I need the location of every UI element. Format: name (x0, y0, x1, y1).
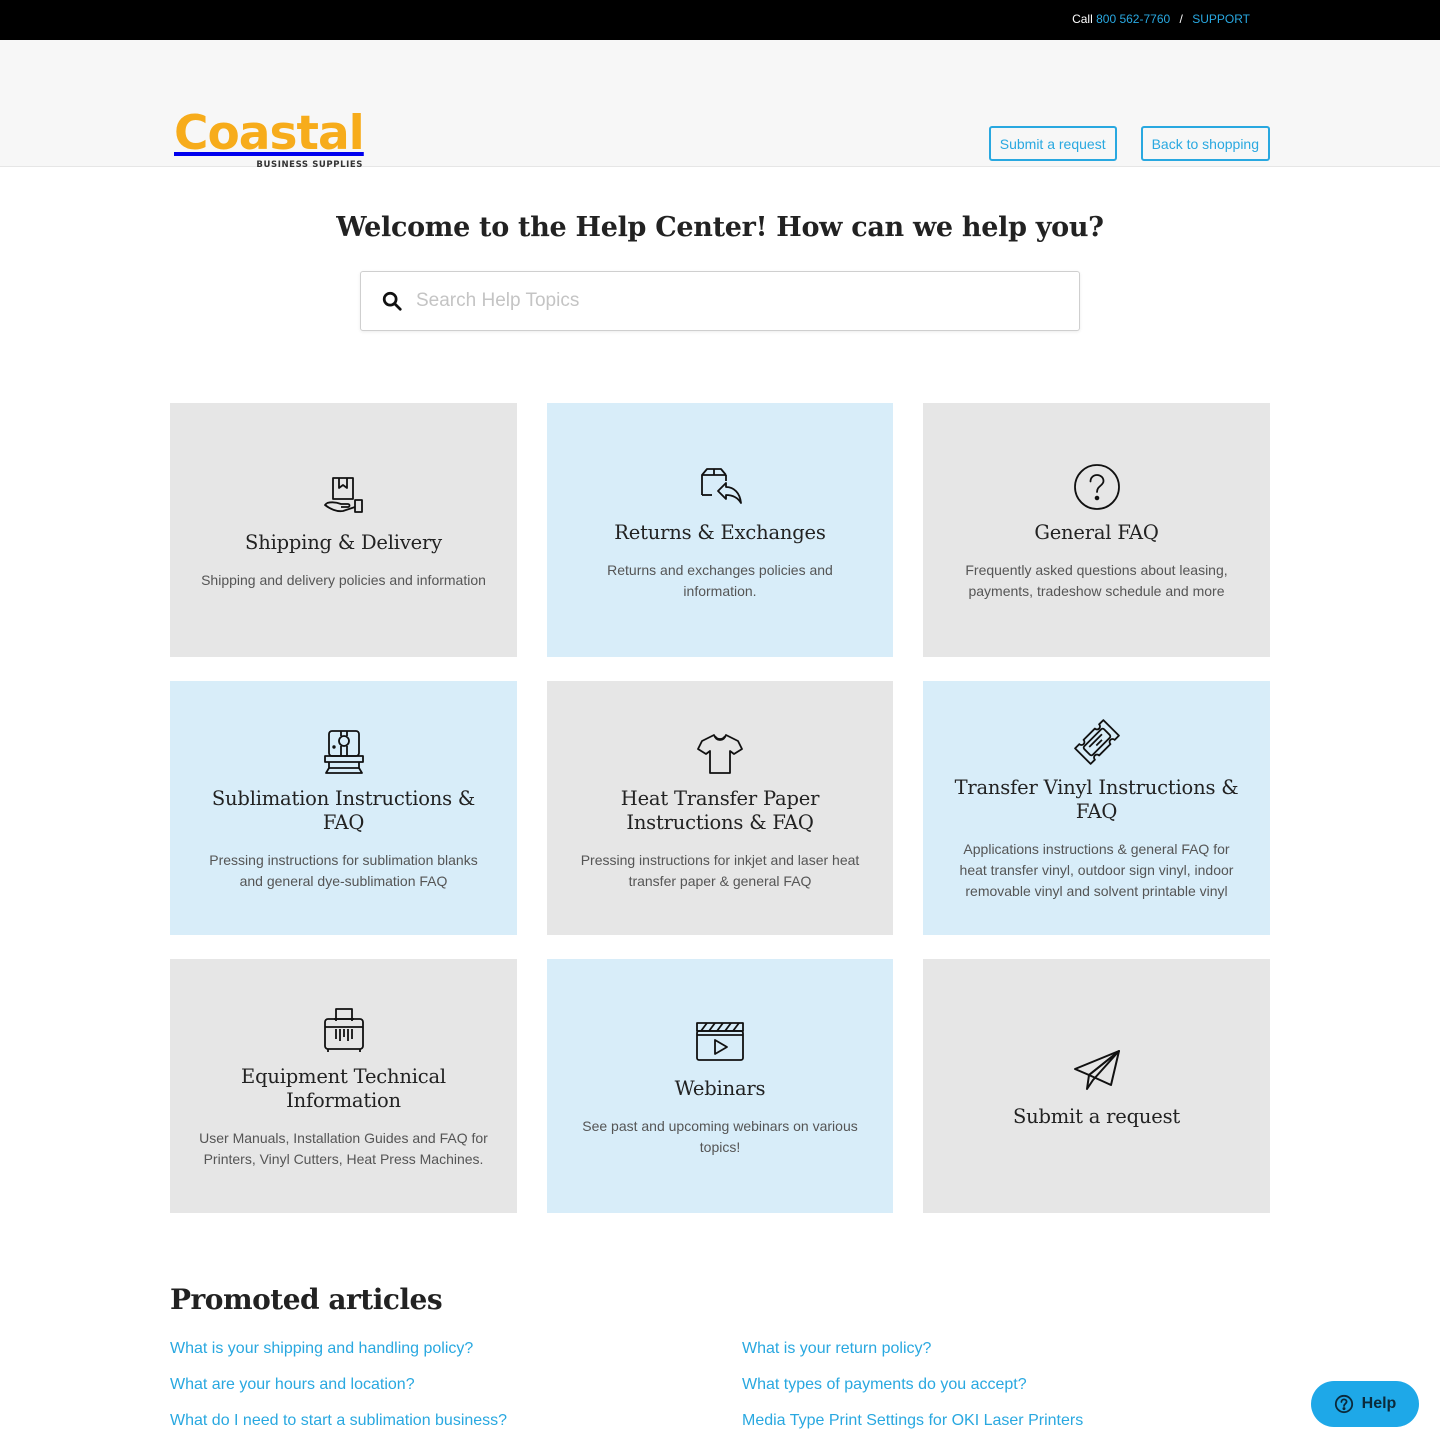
article-link[interactable]: What is your shipping and handling polic… (170, 1338, 742, 1359)
category-card-returns[interactable]: Returns & Exchanges Returns and exchange… (547, 403, 893, 657)
tshirt-icon (692, 725, 748, 781)
category-card-equipment[interactable]: Equipment Technical Information User Man… (170, 959, 517, 1213)
category-description: Returns and exchanges policies and infor… (607, 561, 833, 599)
call-label: Call (1072, 12, 1093, 26)
question-circle-icon (1069, 459, 1125, 515)
logo[interactable]: Coastal BUSINESS SUPPLIES (174, 106, 366, 174)
contact-info: Call 800 562-7760 / SUPPORT (1072, 12, 1250, 26)
box-return-icon (692, 459, 748, 515)
article-link[interactable]: What types of payments do you accept? (742, 1374, 1270, 1395)
category-card-heat-transfer-paper[interactable]: Heat Transfer Paper Instructions & FAQ P… (547, 681, 893, 935)
article-link[interactable]: Media Type Print Settings for OKI Laser … (742, 1410, 1270, 1431)
category-title: Equipment Technical Information (241, 1064, 446, 1112)
article-link[interactable]: What are your hours and location? (170, 1374, 742, 1395)
category-title: Shipping & Delivery (245, 531, 442, 554)
separator: / (1179, 12, 1183, 26)
video-clapper-icon (692, 1015, 748, 1071)
search-box (360, 271, 1080, 331)
category-description: Frequently asked questions about leasing… (965, 561, 1228, 599)
logo-tagline: BUSINESS SUPPLIES (256, 160, 363, 170)
category-title: Submit a request (1012, 1105, 1181, 1128)
logo-wordmark: Coastal (174, 106, 365, 161)
category-card-webinars[interactable]: Webinars See past and upcoming webinars … (547, 959, 893, 1213)
category-title: General FAQ (1034, 520, 1159, 544)
category-title: Webinars (674, 1076, 766, 1100)
category-title: Heat Transfer Paper Instructions & FAQ (620, 786, 820, 834)
shredder-printer-icon (316, 1003, 372, 1059)
category-title: Sublimation Instructions & FAQ (211, 786, 476, 834)
help-widget-button[interactable]: Help (1311, 1381, 1419, 1427)
promoted-articles-list: What is your shipping and handling polic… (170, 1338, 1270, 1431)
category-card-shipping[interactable]: Shipping & Delivery Shipping and deliver… (170, 403, 517, 657)
category-card-sublimation[interactable]: Sublimation Instructions & FAQ Pressing … (170, 681, 517, 935)
category-title: Transfer Vinyl Instructions & FAQ (954, 776, 1239, 823)
support-link[interactable]: SUPPORT (1192, 12, 1250, 26)
back-to-shopping-button[interactable]: Back to shopping (1140, 126, 1270, 161)
category-grid: Shipping & Delivery Shipping and deliver… (170, 403, 1270, 1213)
category-card-transfer-vinyl[interactable]: Transfer Vinyl Instructions & FAQ Applic… (923, 681, 1270, 935)
help-widget-label: Help (1361, 1395, 1397, 1412)
category-description: Pressing instructions for sublimation bl… (209, 851, 478, 889)
hand-box-icon (316, 469, 372, 525)
category-card-submit-request[interactable]: Submit a request (923, 959, 1270, 1213)
site-header: Coastal BUSINESS SUPPLIES Submit a reque… (0, 40, 1440, 170)
submit-request-button[interactable]: Submit a request (988, 126, 1117, 161)
category-description: Shipping and delivery policies and infor… (201, 572, 486, 588)
help-question-icon (1334, 1394, 1353, 1414)
header-actions: Submit a request Back to shopping (988, 126, 1270, 161)
phone-link[interactable]: 800 562-7760 (1096, 12, 1170, 26)
category-description: Pressing instructions for inkjet and las… (580, 851, 860, 889)
category-description: See past and upcoming webinars on variou… (582, 1117, 858, 1155)
article-link[interactable]: What is your return policy? (742, 1338, 1270, 1359)
category-title: Returns & Exchanges (614, 520, 826, 544)
category-card-general-faq[interactable]: General FAQ Frequently asked questions a… (923, 403, 1270, 657)
promoted-articles-title: Promoted articles (170, 1283, 443, 1316)
promoted-articles: Promoted articles What is your shipping … (170, 1283, 1270, 1431)
search-input[interactable] (416, 290, 1036, 312)
paper-plane-icon (1069, 1043, 1125, 1099)
category-description: User Manuals, Installation Guides and FA… (199, 1129, 488, 1167)
article-link[interactable]: What do I need to start a sublimation bu… (170, 1410, 742, 1431)
ticket-icon (1069, 714, 1125, 770)
category-description: Applications instructions & general FAQ … (959, 841, 1234, 899)
top-bar: Call 800 562-7760 / SUPPORT (0, 0, 1440, 40)
search-icon (382, 291, 402, 311)
instant-camera-icon (316, 725, 372, 781)
page-title: Welcome to the Help Center! How can we h… (336, 212, 1104, 243)
